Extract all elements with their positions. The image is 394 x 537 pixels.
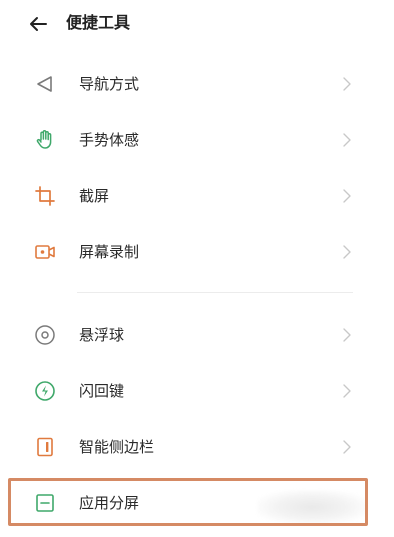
chevron-right-icon (343, 133, 351, 147)
smart-sidebar-icon (37, 437, 53, 457)
menu-item-label: 手势体感 (79, 131, 140, 149)
menu-item-flash-return[interactable]: 闪回键 (0, 363, 394, 419)
menu-item-label: 导航方式 (79, 75, 140, 93)
menu-item-screenshot[interactable]: 截屏 (0, 168, 394, 224)
chevron-right-icon (343, 328, 351, 342)
menu-item-label: 截屏 (79, 187, 110, 205)
hand-gesture-icon (36, 130, 52, 149)
menu-item-smart-sidebar[interactable]: 智能侧边栏 (0, 419, 394, 475)
chevron-right-icon (343, 77, 351, 91)
menu-item-label: 应用分屏 (79, 494, 140, 512)
chevron-right-icon (343, 245, 351, 259)
menu-item-label: 闪回键 (79, 382, 125, 400)
menu-item-label: 悬浮球 (79, 326, 125, 344)
section-divider (77, 292, 353, 293)
blurred-watermark (257, 490, 367, 524)
menu-item-label: 智能侧边栏 (79, 438, 155, 456)
floating-ball-icon (35, 325, 55, 345)
menu-item-navigation[interactable]: 导航方式 (0, 56, 394, 112)
back-arrow-icon[interactable] (26, 12, 50, 36)
chevron-right-icon (343, 384, 351, 398)
chevron-right-icon (343, 440, 351, 454)
menu-item-floating-ball[interactable]: 悬浮球 (0, 307, 394, 363)
screen-record-camera-icon (35, 245, 55, 259)
crop-screenshot-icon (35, 186, 55, 206)
menu-item-gesture[interactable]: 手势体感 (0, 112, 394, 168)
page-title: 便捷工具 (66, 13, 131, 32)
menu-item-label: 屏幕录制 (79, 243, 140, 261)
navigation-back-triangle-icon (37, 76, 52, 92)
top-bar: 便捷工具 (0, 0, 394, 48)
menu-item-screen-record[interactable]: 屏幕录制 (0, 224, 394, 280)
split-screen-icon (36, 494, 54, 512)
chevron-right-icon (343, 189, 351, 203)
flash-return-key-icon (35, 381, 55, 401)
